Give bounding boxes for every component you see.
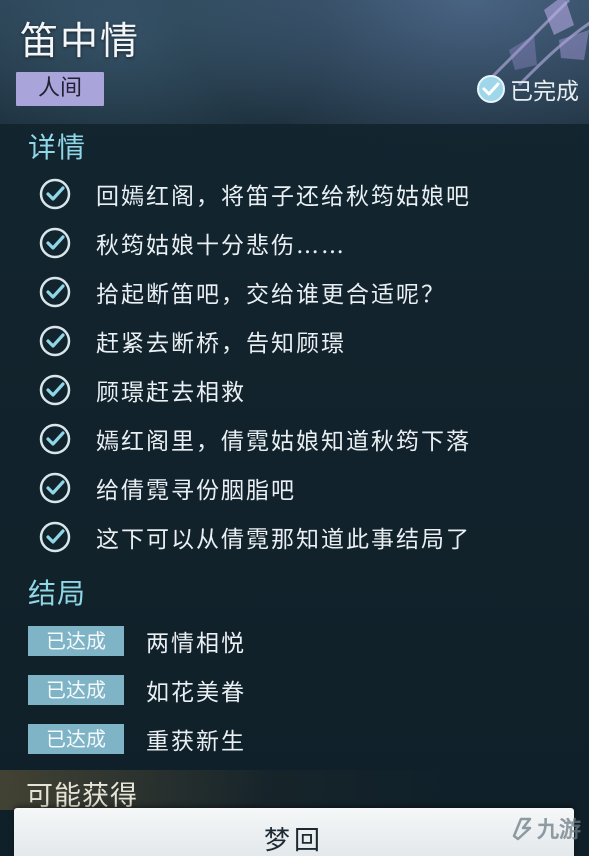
- quest-header: 笛中情 人间 已完成: [0, 0, 589, 124]
- check-circle-icon: [39, 325, 71, 357]
- dream-recall-label: 梦回: [263, 826, 324, 856]
- ending-item: 已达成 如花美眷: [28, 674, 246, 706]
- quest-detail-screen: 笛中情 人间 已完成 详情 回嫣红阁，将笛子还给秋筠姑娘吧 秋筠姑娘十分悲伤……: [0, 0, 589, 856]
- task-text: 给倩霓寻份胭脂吧: [96, 478, 296, 504]
- list-item: 秋筠姑娘十分悲伤……: [38, 223, 346, 263]
- check-circle-icon: [39, 423, 71, 455]
- status-label: 已完成: [510, 79, 579, 105]
- ending-name: 两情相悦: [146, 631, 246, 657]
- endings-section-title: 结局: [28, 577, 87, 610]
- list-item: 回嫣红阁，将笛子还给秋筠姑娘吧: [38, 174, 471, 214]
- achieved-badge: 已达成: [28, 626, 124, 656]
- watermark-logo-icon: [512, 817, 532, 841]
- list-item: 赶紧去断桥，告知顾璟: [38, 321, 346, 361]
- list-item: 嫣红阁里，倩霓姑娘知道秋筠下落: [38, 419, 471, 459]
- check-circle-icon: [39, 276, 71, 308]
- task-text: 回嫣红阁，将笛子还给秋筠姑娘吧: [96, 184, 471, 210]
- ending-name: 如花美眷: [146, 680, 246, 706]
- details-section-title: 详情: [28, 131, 87, 164]
- rewards-header: 可能获得: [0, 770, 589, 810]
- list-item: 这下可以从倩霓那知道此事结局了: [38, 517, 471, 557]
- quest-title: 笛中情: [20, 19, 141, 63]
- task-text: 秋筠姑娘十分悲伤……: [96, 233, 346, 259]
- task-text: 这下可以从倩霓那知道此事结局了: [96, 527, 471, 553]
- task-text: 嫣红阁里，倩霓姑娘知道秋筠下落: [96, 429, 471, 455]
- watermark-text: 九游: [536, 818, 581, 843]
- task-text: 赶紧去断桥，告知顾璟: [96, 331, 346, 357]
- ending-item: 已达成 重获新生: [28, 723, 246, 755]
- rewards-section-title: 可能获得: [26, 781, 138, 810]
- ending-name: 重获新生: [146, 729, 246, 755]
- quest-category-tag: 人间: [16, 72, 104, 106]
- check-circle-icon: [39, 374, 71, 406]
- achieved-badge: 已达成: [28, 724, 124, 754]
- check-circle-icon: [39, 472, 71, 504]
- ending-item: 已达成 两情相悦: [28, 625, 246, 657]
- check-circle-icon: [39, 178, 71, 210]
- check-circle-icon: [39, 521, 71, 553]
- watermark: 九游: [509, 812, 581, 844]
- check-circle-icon: [39, 227, 71, 259]
- list-item: 拾起断笛吧，交给谁更合适呢？: [38, 272, 446, 312]
- check-circle-icon: [477, 75, 505, 103]
- dream-recall-button[interactable]: 梦回: [14, 808, 574, 856]
- task-text: 顾璟赶去相救: [96, 380, 246, 406]
- list-item: 给倩霓寻份胭脂吧: [38, 468, 296, 508]
- task-text: 拾起断笛吧，交给谁更合适呢？: [96, 282, 446, 308]
- achieved-badge: 已达成: [28, 675, 124, 705]
- list-item: 顾璟赶去相救: [38, 370, 246, 410]
- quest-status: 已完成: [476, 72, 579, 106]
